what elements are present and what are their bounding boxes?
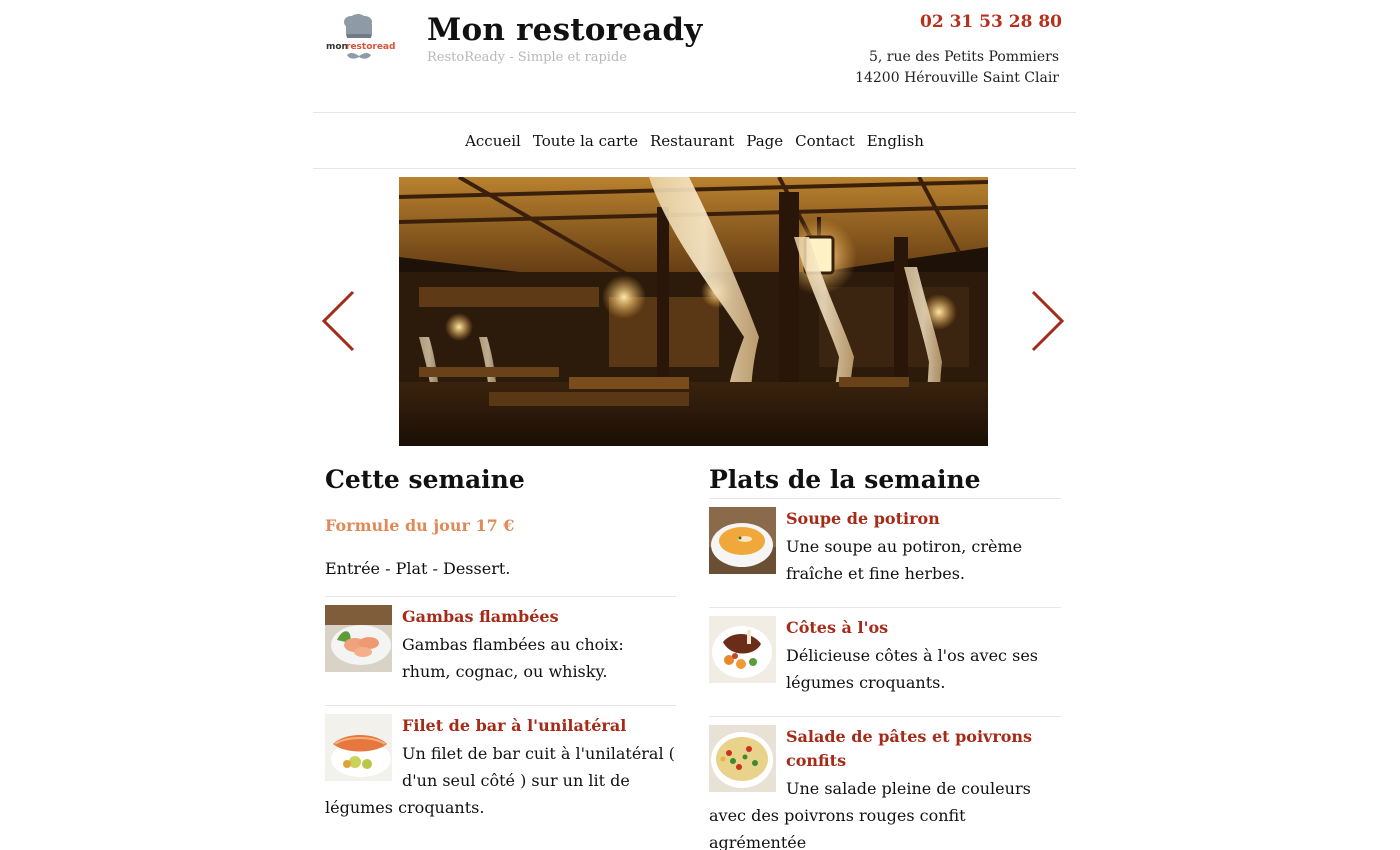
site-logo[interactable]: mon restoready (325, 14, 401, 64)
dish-item[interactable]: Salade de pâtes et poivrons confits Une … (709, 717, 1061, 850)
pumpkin-soup-photo-icon (709, 507, 776, 574)
chef-hat-logo-icon: mon restoready (326, 14, 401, 59)
page: mon restoready Mon restoready RestoReady… (0, 0, 1400, 850)
restaurant-interior-image (399, 177, 988, 446)
nav-item-contact[interactable]: Contact (795, 132, 855, 150)
slider-next-button[interactable] (1030, 290, 1066, 352)
nav-item-accueil[interactable]: Accueil (465, 132, 521, 150)
nav-item-toute-la-carte[interactable]: Toute la carte (533, 132, 638, 150)
dish-thumbnail[interactable] (709, 725, 776, 792)
pasta-salad-photo-icon (709, 725, 776, 792)
bass-fillet-photo-icon (325, 714, 392, 781)
slider-prev-button[interactable] (320, 290, 356, 352)
dish-item[interactable]: Soupe de potiron Une soupe au potiron, c… (709, 499, 1061, 608)
dish-item[interactable]: Côtes à l'os Délicieuse côtes à l'os ave… (709, 608, 1061, 717)
chevron-left-icon (321, 290, 355, 352)
this-week-section: Cette semaine Formule du jour 17 € Entré… (325, 462, 676, 841)
dish-thumbnail[interactable] (709, 507, 776, 574)
dishes-of-the-week-section: Plats de la semaine Soupe de potiron Une… (709, 462, 1061, 850)
section-title-this-week: Cette semaine (325, 465, 525, 494)
site-tagline: RestoReady - Simple et rapide (427, 50, 627, 65)
address-line-2: 14200 Hérouville Saint Clair (855, 70, 1059, 86)
dish-thumbnail[interactable] (709, 616, 776, 683)
dish-thumbnail[interactable] (325, 605, 392, 672)
address-line-1: 5, rue des Petits Pommiers (868, 49, 1059, 65)
formule-du-jour-desc: Entrée - Plat - Dessert. (325, 559, 676, 597)
main-nav: Accueil Toute la carte Restaurant Page C… (313, 112, 1076, 169)
ribs-photo-icon (709, 616, 776, 683)
slider-image (399, 177, 988, 446)
logo-text-resto: restoready (346, 42, 395, 52)
gambas-photo-icon (325, 605, 392, 672)
chevron-right-icon (1031, 290, 1065, 352)
dish-thumbnail[interactable] (325, 714, 392, 781)
nav-item-english[interactable]: English (867, 132, 924, 150)
section-title-dishes-of-week: Plats de la semaine (709, 462, 1061, 499)
address: 5, rue des Petits Pommiers 14200 Hérouvi… (855, 47, 1059, 89)
nav-item-restaurant[interactable]: Restaurant (650, 132, 734, 150)
site-title[interactable]: Mon restoready (427, 12, 702, 48)
formule-du-jour-title: Formule du jour 17 € (325, 516, 515, 535)
dish-item[interactable]: Filet de bar à l'unilatéral Un filet de … (325, 706, 676, 841)
phone-number[interactable]: 02 31 53 28 80 (920, 12, 1062, 32)
logo-text-mon: mon (326, 42, 348, 52)
nav-item-page[interactable]: Page (746, 132, 783, 150)
dish-item[interactable]: Gambas flambées Gambas flambées au choix… (325, 597, 676, 706)
